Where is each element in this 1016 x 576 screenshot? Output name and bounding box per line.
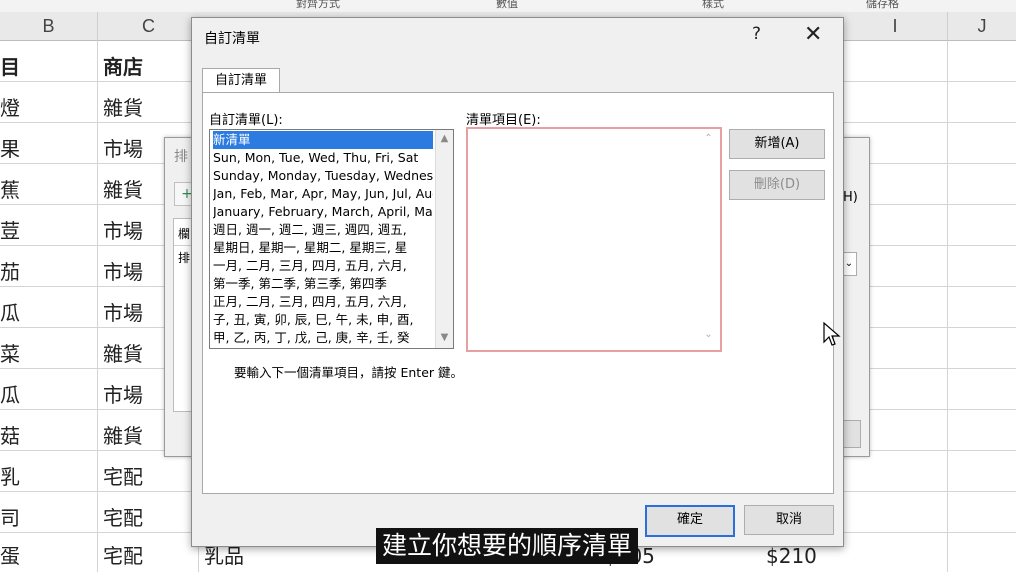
- list-item[interactable]: Sun, Mon, Tue, Wed, Thu, Fri, Sat: [213, 149, 433, 167]
- cell-b[interactable]: 乳: [0, 457, 20, 497]
- cell-b[interactable]: 菇: [0, 416, 20, 456]
- delete-button[interactable]: 刪除(D): [729, 170, 825, 200]
- cell-c[interactable]: 宅配: [103, 457, 143, 497]
- cell-c[interactable]: 雜貨: [103, 170, 143, 210]
- cell-b[interactable]: 瓜: [0, 375, 20, 415]
- cell-b[interactable]: 菜: [0, 334, 20, 374]
- hint-text: 要輸入下一個清單項目，請按 Enter 鍵。: [234, 365, 463, 380]
- cell-b[interactable]: 蛋: [0, 536, 20, 576]
- cell-b[interactable]: 荳: [0, 211, 20, 251]
- cell-c[interactable]: 雜貨: [103, 416, 143, 456]
- lists-scrollbar[interactable]: ▲ ▼: [435, 130, 453, 348]
- cell-b[interactable]: 果: [0, 129, 20, 169]
- column-header-c[interactable]: C: [98, 12, 200, 41]
- cell-b[interactable]: 燈: [0, 88, 20, 128]
- cell-c[interactable]: 市場: [103, 375, 143, 415]
- tab-custom-lists[interactable]: 自訂清單: [202, 68, 280, 93]
- scroll-up-icon[interactable]: ⌃: [700, 133, 717, 144]
- list-item-new-list[interactable]: 新清單: [213, 131, 433, 149]
- cell-c[interactable]: 宅配: [103, 498, 143, 538]
- column-header-j[interactable]: J: [948, 12, 1016, 41]
- dialog-title: 自訂清單: [204, 31, 260, 47]
- cell-c-header[interactable]: 商店: [103, 47, 143, 87]
- list-item[interactable]: 正月, 二月, 三月, 四月, 五月, 六月,: [213, 293, 433, 311]
- add-button[interactable]: 新增(A): [729, 129, 825, 159]
- close-icon[interactable]: ✕: [804, 22, 822, 47]
- scroll-down-icon[interactable]: ▼: [436, 332, 453, 343]
- list-entries-label: 清單項目(E):: [466, 113, 541, 128]
- cell-b[interactable]: 司: [0, 498, 20, 538]
- cell-b[interactable]: 茄: [0, 252, 20, 292]
- cell-c[interactable]: 市場: [103, 211, 143, 251]
- list-item[interactable]: 子, 丑, 寅, 卯, 辰, 巳, 午, 未, 申, 酉,: [213, 311, 433, 329]
- list-item[interactable]: 第一季, 第二季, 第三季, 第四季: [213, 275, 433, 293]
- cell-c[interactable]: 市場: [103, 293, 143, 333]
- list-item[interactable]: 一月, 二月, 三月, 四月, 五月, 六月,: [213, 257, 433, 275]
- ok-button[interactable]: 確定: [645, 505, 735, 537]
- ribbon-group-styles: 樣式: [702, 0, 724, 10]
- column-header-b[interactable]: B: [0, 12, 98, 41]
- ribbon-group-number: 數值: [496, 0, 518, 10]
- grid-line: [97, 41, 98, 572]
- sort-dialog-title: 排: [174, 149, 188, 165]
- ribbon-group-alignment: 對齊方式: [296, 0, 340, 10]
- grid-line: [947, 41, 948, 572]
- list-entries-textarea[interactable]: ⌃ ⌄: [466, 127, 722, 352]
- cell-b[interactable]: 瓜: [0, 293, 20, 333]
- custom-lists-label: 自訂清單(L):: [209, 113, 283, 128]
- sort-header-label: 欄: [178, 227, 191, 241]
- help-icon[interactable]: ?: [752, 24, 761, 44]
- custom-lists-listbox[interactable]: 新清單 Sun, Mon, Tue, Wed, Thu, Fri, Sat Su…: [209, 129, 454, 349]
- cell-c[interactable]: 市場: [103, 129, 143, 169]
- cancel-button[interactable]: 取消: [744, 505, 834, 535]
- cell-b[interactable]: 蕉: [0, 170, 20, 210]
- list-item[interactable]: Jan, Feb, Mar, Apr, May, Jun, Jul, Aug: [213, 185, 433, 203]
- list-item[interactable]: 甲, 乙, 丙, 丁, 戊, 己, 庚, 辛, 壬, 癸: [213, 329, 433, 347]
- scroll-down-icon[interactable]: ⌄: [700, 329, 717, 340]
- entries-scrollbar[interactable]: ⌃ ⌄: [700, 129, 718, 350]
- ribbon-group-cells: 儲存格: [866, 0, 899, 10]
- scroll-up-icon[interactable]: ▲: [436, 133, 453, 144]
- list-item[interactable]: January, February, March, April, May: [213, 203, 433, 221]
- custom-lists-dialog: 自訂清單 ? ✕ 自訂清單 自訂清單(L): 清單項目(E): 新清單 Sun,…: [191, 17, 844, 547]
- list-item[interactable]: Sunday, Monday, Tuesday, Wednesday: [213, 167, 433, 185]
- list-item[interactable]: 星期日, 星期一, 星期二, 星期三, 星: [213, 239, 433, 257]
- list-item[interactable]: 週日, 週一, 週二, 週三, 週四, 週五,: [213, 221, 433, 239]
- cell-c[interactable]: 宅配: [103, 536, 143, 576]
- cell-c[interactable]: 市場: [103, 252, 143, 292]
- cell-c[interactable]: 雜貨: [103, 334, 143, 374]
- column-header-i[interactable]: I: [843, 12, 948, 41]
- mouse-cursor-icon: [823, 322, 841, 346]
- sort-cancel-button-edge[interactable]: [841, 420, 861, 448]
- sort-row-label: 排: [178, 251, 191, 265]
- video-subtitle: 建立你想要的順序清單: [376, 528, 639, 564]
- cell-b-header[interactable]: 目: [0, 47, 20, 87]
- sort-options-key[interactable]: H): [843, 190, 858, 205]
- cell-c[interactable]: 雜貨: [103, 88, 143, 128]
